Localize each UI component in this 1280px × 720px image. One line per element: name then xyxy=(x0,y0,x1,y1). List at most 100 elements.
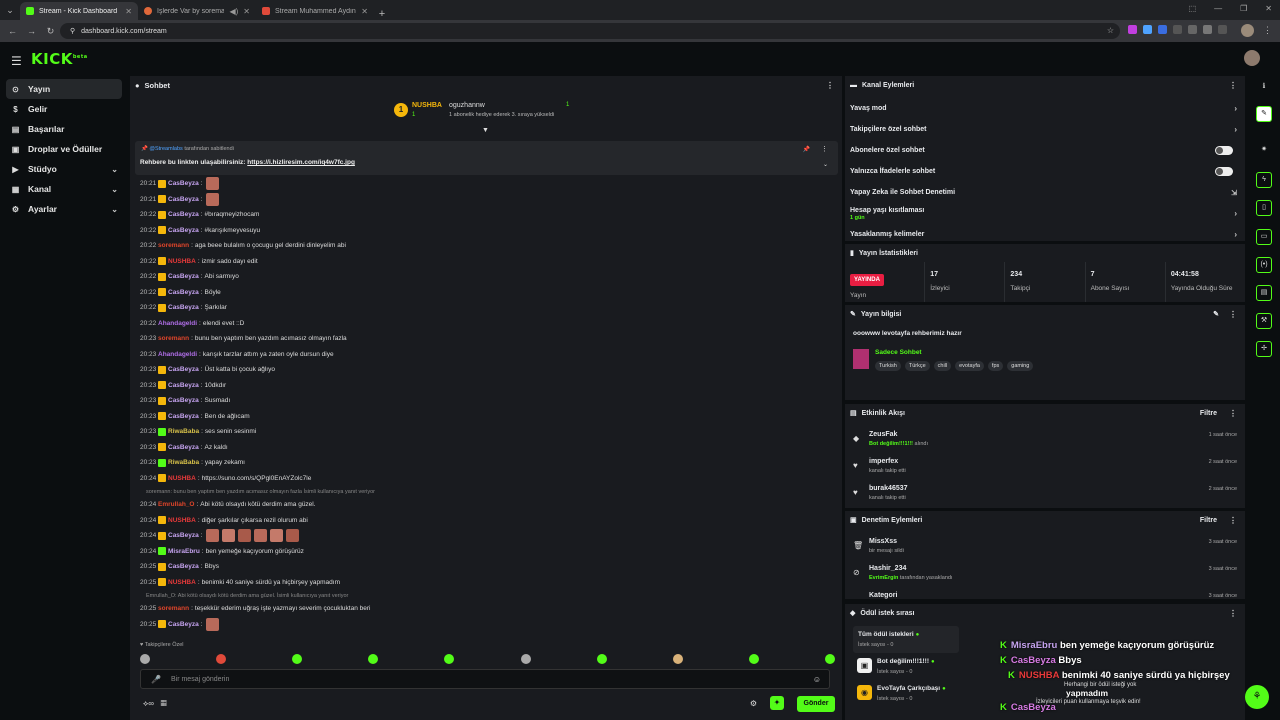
edit-icon[interactable]: ✎ xyxy=(1213,310,1219,318)
gear-icon[interactable]: ⚙ xyxy=(750,699,757,708)
browser-tab-2[interactable]: İşlerde Var by soremann | K ◀) ✕ xyxy=(138,2,256,20)
goal-user-2[interactable]: oguzhannw xyxy=(449,102,485,109)
channel-action-2[interactable]: Abonelere özel sohbet xyxy=(845,140,1245,161)
expand-chevron-icon[interactable]: ⌄ xyxy=(823,161,828,168)
channel-action-3[interactable]: Yalnızca İfadelerle sohbet xyxy=(845,161,1245,182)
hamburger-menu-icon[interactable]: ☰ xyxy=(11,54,22,68)
site-info-icon[interactable]: ⚲ xyxy=(70,27,75,35)
browser-menu-icon[interactable]: ⋮ xyxy=(1263,25,1272,36)
panel-menu-icon[interactable]: ⋮ xyxy=(1229,409,1237,418)
feed-user[interactable]: burak46537 xyxy=(869,485,908,492)
tag-chip[interactable]: evotayfa xyxy=(955,361,984,371)
bolt-icon[interactable]: ϟ xyxy=(1256,172,1272,188)
extension-icon[interactable]: ⬚ xyxy=(1189,4,1197,13)
mic-icon[interactable]: 🎤 xyxy=(151,675,161,684)
chevron-right-icon[interactable]: › xyxy=(1234,125,1237,134)
pinned-link[interactable]: https://i.hizliresim.com/iq4w7fc.jpg xyxy=(247,159,355,166)
message-user[interactable]: soremann xyxy=(158,605,189,612)
forward-icon[interactable]: → xyxy=(25,26,38,36)
message-user[interactable]: CasBeyza xyxy=(168,621,199,628)
message-user[interactable]: NUSHBA xyxy=(168,517,196,524)
kick-logo[interactable]: KICKbeta xyxy=(31,50,88,68)
emote-icon[interactable] xyxy=(216,654,227,664)
emote-icon[interactable] xyxy=(520,654,531,664)
tag-chip[interactable]: Türkçe xyxy=(904,361,930,371)
message-user[interactable]: CasBeyza xyxy=(168,211,199,218)
message-user[interactable]: NUSHBA xyxy=(168,475,196,482)
message-user[interactable]: CasBeyza xyxy=(168,532,199,539)
goal-user[interactable]: NUSHBA xyxy=(412,102,442,109)
external-link-icon[interactable]: ⇲ xyxy=(1231,189,1237,197)
chevron-right-icon[interactable]: › xyxy=(1234,209,1237,218)
message-user[interactable]: Ahandageldi xyxy=(158,351,197,358)
tag-chip[interactable]: chill xyxy=(933,361,952,371)
back-icon[interactable]: ← xyxy=(6,26,19,36)
wrench-icon[interactable]: ⚒ xyxy=(1256,313,1272,329)
message-user[interactable]: soremann xyxy=(158,242,189,249)
emote-icon[interactable] xyxy=(140,654,150,664)
panel-menu-icon[interactable]: ⋮ xyxy=(1229,310,1237,319)
reload-icon[interactable]: ↻ xyxy=(44,26,57,37)
sidepanel-icon[interactable] xyxy=(1218,25,1227,34)
maximize-icon[interactable]: ❐ xyxy=(1240,4,1247,13)
feed-highlight[interactable]: EvrimErgin xyxy=(869,575,898,581)
emote-icon[interactable] xyxy=(672,654,683,664)
emote-icon[interactable] xyxy=(368,654,379,664)
bookmark-star-icon[interactable]: ☆ xyxy=(1107,26,1114,35)
tag-chip[interactable]: gaming xyxy=(1007,361,1034,371)
audio-icon[interactable]: ◀) xyxy=(229,7,238,16)
chevron-down-icon[interactable]: ⌄ xyxy=(111,165,118,174)
feed-user[interactable]: imperfex xyxy=(869,458,898,465)
channel-action-1[interactable]: Takipçilere özel sohbet › xyxy=(845,119,1245,140)
message-user[interactable]: CasBeyza xyxy=(168,413,199,420)
emote-icon[interactable] xyxy=(824,654,835,664)
message-user[interactable]: RiwaBaba xyxy=(168,428,199,435)
extension-icon[interactable] xyxy=(1143,25,1152,34)
unpin-icon[interactable]: 📌 xyxy=(803,146,810,153)
message-user[interactable]: Ahandageldi xyxy=(158,320,197,327)
channel-action-6[interactable]: Yasaklanmış kelimeler › xyxy=(845,224,1245,241)
chevron-down-icon[interactable]: ⌄ xyxy=(111,205,118,214)
info-icon[interactable]: ℹ xyxy=(1256,80,1272,96)
clipboard-icon[interactable]: ▯ xyxy=(1256,200,1272,216)
message-user[interactable]: CasBeyza xyxy=(168,273,199,280)
minimize-icon[interactable]: — xyxy=(1214,4,1222,13)
tag-chip[interactable]: fps xyxy=(987,361,1004,371)
message-user[interactable]: MisraEbru xyxy=(168,548,200,555)
toggle-switch[interactable] xyxy=(1215,167,1233,176)
chevron-right-icon[interactable]: › xyxy=(1234,230,1237,239)
category-name[interactable]: Sadece Sohbet xyxy=(875,349,922,356)
emote-icon[interactable] xyxy=(596,654,607,664)
message-user[interactable]: CasBeyza xyxy=(168,382,199,389)
feed-user[interactable]: Hashir_234 xyxy=(869,565,906,572)
chevron-right-icon[interactable]: › xyxy=(1234,104,1237,113)
feed-highlight[interactable]: Bot değilim!!!1!!! xyxy=(869,441,913,447)
message-user[interactable]: CasBeyza xyxy=(168,563,199,570)
close-icon[interactable]: ✕ xyxy=(125,7,132,16)
profile-avatar[interactable] xyxy=(1241,24,1254,37)
filter-button[interactable]: Filtre xyxy=(1200,517,1217,524)
tag-chip[interactable]: Turkish xyxy=(875,361,901,371)
chat-bubble-icon[interactable]: ▭ xyxy=(1256,229,1272,245)
category-thumbnail[interactable] xyxy=(853,349,869,369)
message-user[interactable]: soremann xyxy=(158,335,189,342)
avatar[interactable] xyxy=(1244,50,1260,66)
message-user[interactable]: CasBeyza xyxy=(168,304,199,311)
new-tab-button[interactable]: + xyxy=(374,8,390,20)
panel-menu-icon[interactable]: ⋮ xyxy=(1229,609,1237,618)
panel-menu-icon[interactable]: ⋮ xyxy=(1229,516,1237,525)
sidebar-item-5[interactable]: ▦ Kanal ⌄ xyxy=(6,179,122,199)
panel-menu-icon[interactable]: ⋮ xyxy=(1229,81,1237,90)
pinned-by-user[interactable]: @Streamlabs xyxy=(149,146,182,152)
broadcast-icon[interactable]: (•) xyxy=(1256,257,1272,273)
extension-icon[interactable] xyxy=(1158,25,1167,34)
bug-icon[interactable]: ✷ xyxy=(1256,143,1272,159)
message-user[interactable]: RiwaBaba xyxy=(168,459,199,466)
pinned-menu-icon[interactable]: ⋮ xyxy=(821,145,828,153)
message-user[interactable]: CasBeyza xyxy=(168,196,199,203)
ai-mod-icon[interactable]: ✦ xyxy=(770,696,784,710)
emote-icon[interactable] xyxy=(444,654,455,664)
message-user[interactable]: CasBeyza xyxy=(168,289,199,296)
channel-action-0[interactable]: Yavaş mod › xyxy=(845,98,1245,119)
gift-icon[interactable]: ✢ xyxy=(1256,341,1272,357)
